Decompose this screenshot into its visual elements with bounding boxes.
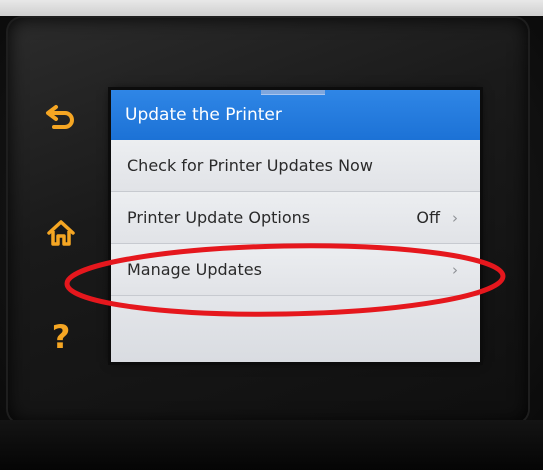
screen-title-bar: Update the Printer: [111, 90, 480, 140]
menu-item-check-for-updates[interactable]: Check for Printer Updates Now: [111, 140, 480, 192]
help-icon: ?: [51, 318, 71, 356]
menu-item-label: Check for Printer Updates Now: [127, 156, 373, 175]
menu-item-right: Off ›: [416, 208, 458, 227]
printer-control-panel-photo: ? Update the Printer Check for Printer U…: [0, 0, 543, 470]
menu-item-right: ›: [452, 261, 458, 279]
screen-pull-tab[interactable]: [261, 90, 325, 95]
chevron-right-icon: ›: [452, 208, 458, 227]
touchscreen: Update the Printer Check for Printer Upd…: [111, 90, 480, 362]
photo-top-edge: [0, 0, 543, 16]
printer-bezel-lower: [0, 420, 543, 470]
home-button[interactable]: [38, 213, 84, 253]
screen-empty-area: [111, 296, 480, 362]
back-arrow-icon: [46, 105, 74, 129]
help-button[interactable]: ?: [38, 317, 84, 357]
page-title: Update the Printer: [125, 105, 282, 125]
update-options-value: Off: [416, 208, 440, 227]
chevron-right-icon: ›: [452, 260, 458, 279]
menu-item-label: Printer Update Options: [127, 208, 311, 227]
menu-item-label: Manage Updates: [127, 260, 262, 279]
home-icon: [47, 220, 75, 246]
back-button[interactable]: [38, 97, 84, 137]
menu-item-manage-updates[interactable]: Manage Updates ›: [111, 244, 480, 296]
menu-item-update-options[interactable]: Printer Update Options Off ›: [111, 192, 480, 244]
